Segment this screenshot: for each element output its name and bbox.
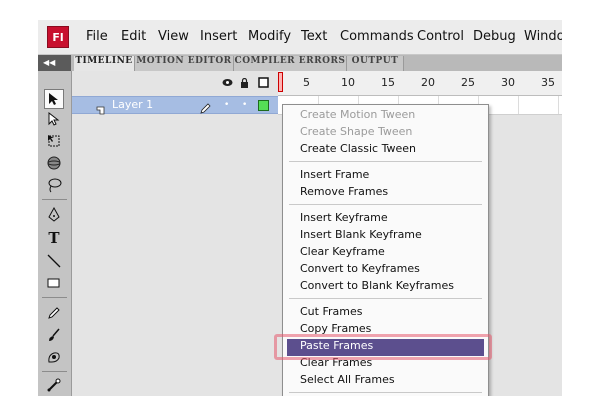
menu-item-select-all-frames[interactable]: Select All Frames: [300, 373, 395, 386]
menu-file[interactable]: File: [86, 29, 108, 44]
eye-icon[interactable]: [222, 78, 233, 90]
pencil-icon: [200, 99, 212, 118]
layer-row[interactable]: Layer 1 • •: [72, 96, 278, 115]
toolbar-divider: [42, 199, 67, 200]
playhead[interactable]: [278, 72, 283, 92]
menu-item-create-shape-tween: Create Shape Tween: [300, 125, 413, 138]
menu-edit[interactable]: Edit: [121, 29, 146, 44]
line-tool-icon[interactable]: [44, 251, 64, 271]
free-transform-tool-icon[interactable]: [44, 131, 64, 151]
frame-number: 30: [501, 76, 515, 89]
tab-timeline[interactable]: TIMELINE: [74, 56, 135, 71]
lock-icon[interactable]: [240, 77, 249, 91]
outline-icon[interactable]: [258, 77, 269, 91]
layer-icon: [96, 100, 106, 119]
layer-header: [72, 71, 278, 95]
subselection-tool-icon[interactable]: [44, 109, 64, 129]
menu-item-insert-frame[interactable]: Insert Frame: [300, 168, 369, 181]
menu-item-convert-to-blank-keyframes[interactable]: Convert to Blank Keyframes: [300, 279, 454, 292]
lock-dot[interactable]: •: [242, 100, 247, 110]
text-tool-icon[interactable]: T: [44, 228, 64, 248]
rectangle-tool-icon[interactable]: [44, 273, 64, 293]
tab-motion-editor[interactable]: MOTION EDITOR: [135, 56, 234, 71]
bone-tool-icon[interactable]: [44, 375, 64, 395]
menu-item-insert-blank-keyframe[interactable]: Insert Blank Keyframe: [300, 228, 422, 241]
menu-separator: [289, 392, 482, 393]
annotation-highlight-ring: [274, 334, 492, 360]
menu-item-convert-to-keyframes[interactable]: Convert to Keyframes: [300, 262, 420, 275]
menu-modify[interactable]: Modify: [248, 29, 291, 44]
menu-item-insert-keyframe[interactable]: Insert Keyframe: [300, 211, 388, 224]
frame-number: 10: [341, 76, 355, 89]
lasso-tool-icon[interactable]: [44, 175, 64, 195]
tab-output[interactable]: OUTPUT: [347, 56, 404, 71]
collapse-arrows-icon[interactable]: ◀◀: [38, 55, 71, 71]
menu-debug[interactable]: Debug: [473, 29, 516, 44]
frame-divider: [558, 96, 559, 114]
frame-number: 35: [541, 76, 555, 89]
menu-item-create-classic-tween[interactable]: Create Classic Tween: [300, 142, 416, 155]
frame-number: 15: [381, 76, 395, 89]
pencil-tool-icon[interactable]: [44, 303, 64, 323]
tools-panel: T: [38, 71, 72, 396]
panel-tab-bar: ◀◀ TIMELINE MOTION EDITOR COMPILER ERROR…: [38, 55, 562, 71]
frame-divider: [518, 96, 519, 114]
menu-item-clear-keyframe[interactable]: Clear Keyframe: [300, 245, 385, 258]
pen-tool-icon[interactable]: [44, 205, 64, 225]
menu-item-create-motion-tween: Create Motion Tween: [300, 108, 416, 121]
frame-number: 5: [303, 76, 310, 89]
toolbar-divider: [42, 297, 67, 298]
frame-number: 20: [421, 76, 435, 89]
menu-insert[interactable]: Insert: [200, 29, 237, 44]
menu-separator: [289, 298, 482, 299]
menu-separator: [289, 204, 482, 205]
flash-logo: Fl: [47, 26, 69, 48]
menu-commands[interactable]: Commands: [340, 29, 414, 44]
tab-compiler-errors[interactable]: COMPILER ERRORS: [234, 56, 347, 71]
toolbar-divider: [42, 371, 67, 372]
menu-text[interactable]: Text: [301, 29, 327, 44]
menu-window[interactable]: Window: [524, 29, 562, 44]
menu-item-cut-frames[interactable]: Cut Frames: [300, 305, 362, 318]
menu-view[interactable]: View: [158, 29, 189, 44]
deco-tool-icon[interactable]: [44, 347, 64, 367]
menu-control[interactable]: Control: [417, 29, 464, 44]
frame-ruler[interactable]: 5 10 15 20 25 30 35: [278, 71, 562, 96]
flash-window: Fl File Edit View Insert Modify Text Com…: [38, 20, 562, 396]
outline-color-swatch[interactable]: [258, 100, 269, 111]
visibility-dot[interactable]: •: [224, 100, 229, 110]
menu-separator: [289, 161, 482, 162]
3d-rotation-tool-icon[interactable]: [44, 153, 64, 173]
menu-item-remove-frames[interactable]: Remove Frames: [300, 185, 388, 198]
layer-name: Layer 1: [112, 98, 154, 111]
selection-tool-icon[interactable]: [44, 89, 64, 109]
frame-number: 25: [461, 76, 475, 89]
menu-bar: Fl File Edit View Insert Modify Text Com…: [38, 20, 562, 55]
brush-tool-icon[interactable]: [44, 325, 64, 345]
